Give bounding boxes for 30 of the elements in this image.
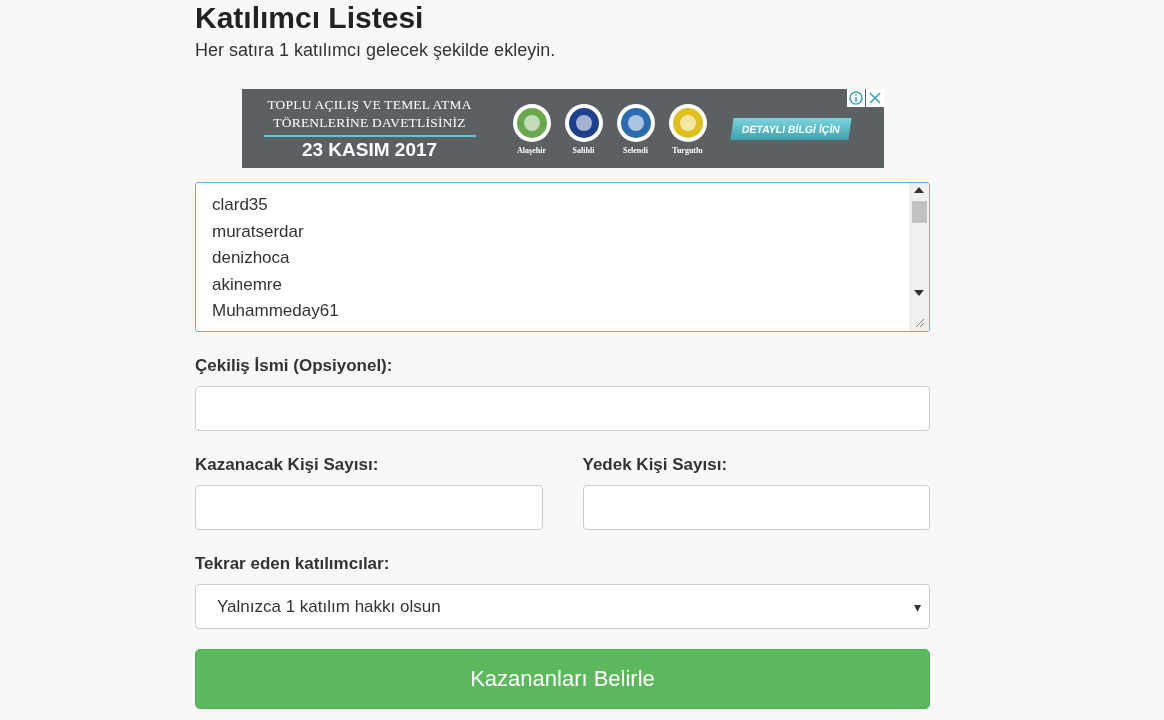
scroll-down-icon[interactable] <box>914 290 924 296</box>
logo-caption: Turgutlu <box>672 145 703 155</box>
field-label: Kazanacak Kişi Sayısı: <box>195 455 379 475</box>
participant-name: akinemre <box>212 273 282 296</box>
field-label: Çekiliş İsmi (Opsiyonel): <box>195 356 393 376</box>
scrollbar[interactable] <box>909 183 929 331</box>
field-label: Tekrar eden katılımcılar: <box>195 554 390 574</box>
ad-headline: TOPLU AÇILIŞ VE TEMEL ATMA TÖRENLERİNE DAVETLİSİNİZ <box>267 96 472 132</box>
logo-caption: Salihli <box>572 145 595 155</box>
count-field[interactable] <box>195 485 543 530</box>
instructions: Her satıra 1 katılımcı gelecek şekilde ekleyin. <box>195 40 556 61</box>
ad-banner[interactable]: TOPLU AÇILIŞ VE TEMEL ATMA TÖRENLERİNE DAVETLİSİNİZ 23 KASIM 2017 Alaşehir Salihli Selendi Turgutlu DETAYLI BİLGİ İÇİN <box>241 89 884 168</box>
participants-textarea[interactable]: clard35 muratserdar denizhoca akinemre Muhammeday61 <box>195 182 930 332</box>
repeat-select[interactable]: Yalnızca 1 katılım hakkı olsun ▾ <box>195 584 930 629</box>
resize-grip-icon[interactable] <box>914 318 924 327</box>
count-field[interactable] <box>582 485 930 530</box>
participant-name: denizhoca <box>212 247 290 269</box>
logo-caption: Selendi <box>623 145 648 155</box>
scroll-up-icon[interactable] <box>914 187 924 193</box>
draw-name-field[interactable] <box>195 386 930 431</box>
scroll-thumb[interactable] <box>911 201 927 223</box>
close-icon[interactable] <box>865 89 884 107</box>
ad-date: 23 KASIM 2017 <box>301 139 438 161</box>
participant-name: muratserdar <box>212 220 304 243</box>
field-label: Yedek Kişi Sayısı: <box>582 455 728 475</box>
participant-name: clard35 <box>212 194 268 216</box>
info-icon[interactable] <box>846 89 865 107</box>
page-title: Katılımcı Listesi <box>195 0 424 36</box>
participant-name: Muhammeday61 <box>212 300 339 322</box>
logo-caption: Alaşehir <box>517 145 546 155</box>
